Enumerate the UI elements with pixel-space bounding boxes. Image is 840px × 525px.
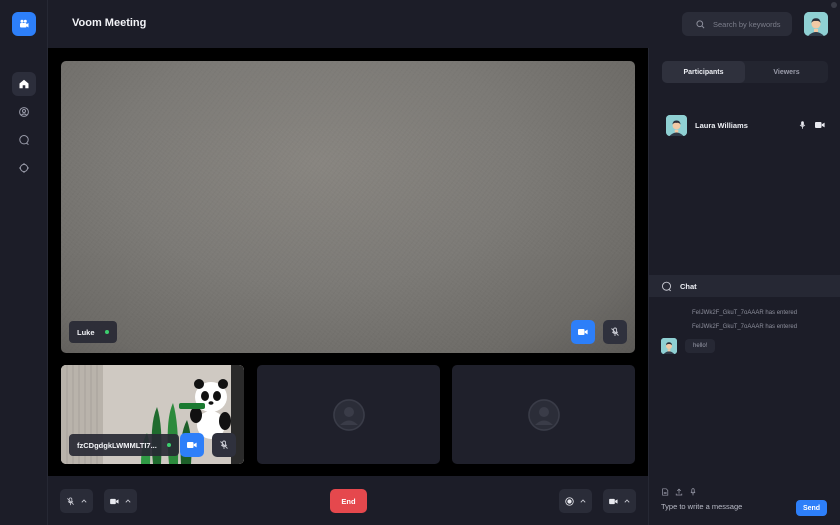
person-placeholder-icon <box>528 399 560 431</box>
avatar-illustration-icon <box>666 114 687 136</box>
chat-icon <box>19 135 29 146</box>
chat-icon <box>662 281 672 291</box>
camera-toggle-button[interactable] <box>104 489 137 513</box>
participant-name: Laura Williams <box>695 120 748 130</box>
record-icon <box>565 496 574 506</box>
camera-icon <box>815 122 825 128</box>
record-button[interactable] <box>559 489 592 513</box>
system-message: FeIJWk2F_GkuT_7oAAAR has entered <box>692 324 798 330</box>
camera-icon <box>110 498 119 504</box>
chat-title: Chat <box>680 281 697 291</box>
chat-header: Chat <box>649 275 840 297</box>
share-camera-button[interactable] <box>603 489 636 513</box>
left-rail <box>0 0 48 525</box>
main-mic-button[interactable] <box>603 320 627 344</box>
user-avatar[interactable] <box>804 12 828 36</box>
panel-tabs: Participants Viewers <box>662 61 828 83</box>
chevron-up-icon <box>624 499 630 503</box>
app-title: Voom Meeting <box>72 17 147 29</box>
rail-profile-button[interactable] <box>12 100 36 124</box>
placeholder-avatar <box>528 399 560 431</box>
avatar <box>661 338 677 354</box>
meeting-controls: End <box>48 476 648 525</box>
send-button[interactable]: Send <box>796 500 827 516</box>
person-placeholder-icon <box>333 399 365 431</box>
participant-name-label: Luke <box>77 327 95 337</box>
mic-muted-icon <box>611 327 619 336</box>
search-box[interactable] <box>682 12 792 36</box>
online-status-dot <box>166 443 171 447</box>
end-call-button[interactable]: End <box>330 489 367 513</box>
chevron-up-icon <box>81 499 87 503</box>
mic-icon[interactable] <box>689 488 697 496</box>
tile-mic-button[interactable] <box>212 433 236 457</box>
window-control[interactable] <box>831 2 837 8</box>
settings-icon <box>19 163 29 173</box>
empty-participant-tile <box>257 365 440 464</box>
file-icon[interactable] <box>661 488 669 496</box>
app-window: Voom Meeting Luke <box>0 0 840 525</box>
mic-muted-icon <box>67 496 74 505</box>
chat-message: hello! <box>661 338 716 354</box>
tab-participants[interactable]: Participants <box>662 61 745 83</box>
profile-icon <box>19 107 29 117</box>
avatar-illustration-icon <box>661 338 677 354</box>
avatar <box>666 114 687 136</box>
participant-mic-button[interactable] <box>796 119 808 131</box>
composer-toolbar <box>661 488 697 496</box>
participant-camera-button[interactable] <box>814 119 826 131</box>
participant-tile: fzCDgdgkLWMMLTI7... <box>61 365 244 464</box>
search-input[interactable] <box>713 19 787 29</box>
message-bubble: hello! <box>685 339 716 353</box>
video-texture <box>61 61 635 353</box>
tile-name-tag: fzCDgdgkLWMMLTI7... <box>69 434 179 456</box>
chevron-up-icon <box>125 499 131 503</box>
tile-camera-button[interactable] <box>180 433 204 457</box>
header: Voom Meeting <box>48 0 840 48</box>
chat-message-input[interactable] <box>661 502 791 511</box>
participant-row[interactable]: Laura Williams <box>666 114 826 136</box>
system-message: FeIJWk2F_GkuT_7oAAAR has entered <box>692 310 798 316</box>
side-panel: Participants Viewers Laura Williams Chat… <box>648 48 840 525</box>
rail-home-button[interactable] <box>12 72 36 96</box>
video-logo-icon <box>20 19 29 28</box>
placeholder-avatar <box>333 399 365 431</box>
main-video-name-tag: Luke <box>69 321 117 343</box>
main-camera-button[interactable] <box>571 320 595 344</box>
empty-participant-tile <box>452 365 635 464</box>
mic-muted-icon <box>220 440 228 449</box>
search-icon <box>696 19 705 28</box>
rail-settings-button[interactable] <box>12 156 36 180</box>
video-stage: Luke fzCDgdgkLWMMLTI7... <box>48 48 648 476</box>
mic-icon <box>799 121 805 129</box>
camera-icon <box>609 498 618 504</box>
camera-icon <box>187 442 197 448</box>
main-video-feed: Luke <box>61 61 635 353</box>
chevron-up-icon <box>580 499 586 503</box>
mic-toggle-button[interactable] <box>60 489 93 513</box>
participant-name-label: fzCDgdgkLWMMLTI7... <box>77 440 157 450</box>
camera-icon <box>578 329 588 335</box>
upload-icon[interactable] <box>675 488 683 496</box>
online-status-dot <box>104 330 109 334</box>
rail-chat-button[interactable] <box>12 128 36 152</box>
tab-viewers[interactable]: Viewers <box>745 61 828 83</box>
home-icon <box>19 79 29 89</box>
app-logo[interactable] <box>12 12 36 36</box>
avatar-illustration-icon <box>804 12 828 36</box>
